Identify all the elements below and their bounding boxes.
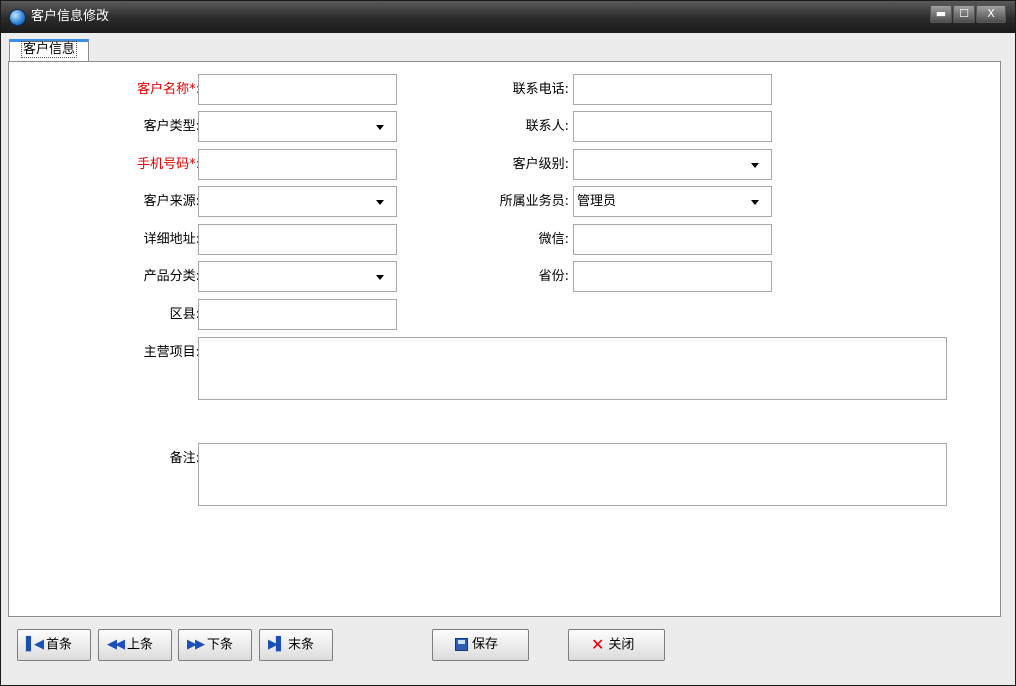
- previous-record-icon: ◀◀: [107, 637, 125, 652]
- close-x-icon: ✕: [591, 635, 605, 654]
- phone-label: 联系电话:: [512, 82, 569, 97]
- first-record-button[interactable]: ▌◀ 首条: [17, 629, 91, 661]
- salesperson-select[interactable]: 管理员: [573, 186, 772, 217]
- contact-person-label: 联系人:: [525, 119, 569, 134]
- title-bar[interactable]: 客户信息修改 ▬ ☐ X: [1, 1, 1015, 33]
- chevron-down-icon: [751, 163, 759, 168]
- wechat-label: 微信:: [538, 232, 569, 247]
- customer-source-label: 客户来源:: [143, 194, 200, 209]
- remarks-textarea[interactable]: [198, 443, 947, 506]
- tab-strip: 客户信息: [1, 33, 1015, 61]
- next-record-button[interactable]: ▶▶ 下条: [178, 629, 252, 661]
- chevron-down-icon: [376, 275, 384, 280]
- next-record-icon: ▶▶: [187, 637, 205, 652]
- customer-type-label: 客户类型:: [143, 119, 200, 134]
- previous-record-button[interactable]: ◀◀ 上条: [98, 629, 172, 661]
- district-input[interactable]: [198, 299, 397, 330]
- last-record-label: 末条: [288, 637, 315, 653]
- window-title: 客户信息修改: [31, 9, 110, 24]
- customer-name-label: 客户名称*:: [137, 82, 200, 97]
- remarks-label: 备注:: [169, 451, 200, 466]
- phone-input[interactable]: [573, 74, 772, 105]
- last-record-button[interactable]: ▶▌ 末条: [259, 629, 333, 661]
- chevron-down-icon: [376, 125, 384, 130]
- main-business-textarea[interactable]: [198, 337, 947, 400]
- maximize-button[interactable]: ☐: [953, 5, 975, 23]
- close-label: 关闭: [608, 637, 635, 653]
- product-category-label: 产品分类:: [143, 269, 200, 284]
- close-window-button[interactable]: X: [976, 5, 1006, 23]
- minimize-button[interactable]: ▬: [930, 5, 952, 23]
- save-button[interactable]: 保存: [432, 629, 529, 661]
- last-record-icon: ▶▌: [268, 637, 286, 652]
- save-label: 保存: [472, 637, 499, 652]
- address-label: 详细地址:: [143, 232, 200, 247]
- first-record-icon: ▌◀: [26, 637, 44, 652]
- first-record-label: 首条: [46, 637, 73, 653]
- customer-level-label: 客户级别:: [512, 157, 569, 172]
- close-button[interactable]: ✕ 关闭: [568, 629, 665, 661]
- next-record-label: 下条: [207, 637, 234, 653]
- previous-record-label: 上条: [127, 637, 154, 653]
- province-label: 省份:: [538, 269, 569, 284]
- product-category-select[interactable]: [198, 261, 397, 292]
- app-globe-icon: [9, 9, 26, 26]
- main-business-label: 主营项目:: [143, 345, 200, 360]
- salesperson-label: 所属业务员:: [499, 194, 569, 209]
- customer-name-input[interactable]: [198, 74, 397, 105]
- wechat-input[interactable]: [573, 224, 772, 255]
- customer-level-select[interactable]: [573, 149, 772, 180]
- customer-edit-window: 客户信息修改 ▬ ☐ X 客户信息 客户名称*: 客户类型: 手机号码*: 客户…: [0, 0, 1016, 686]
- customer-source-select[interactable]: [198, 186, 397, 217]
- form-panel: 客户名称*: 客户类型: 手机号码*: 客户来源: 详细地址: 产品分类: 区县…: [8, 61, 1001, 617]
- customer-type-select[interactable]: [198, 111, 397, 142]
- tab-customer-info[interactable]: 客户信息: [9, 39, 89, 61]
- contact-person-input[interactable]: [573, 111, 772, 142]
- chevron-down-icon: [376, 200, 384, 205]
- mobile-number-label: 手机号码*:: [137, 157, 200, 172]
- bottom-toolbar: ▌◀ 首条 ◀◀ 上条 ▶▶ 下条 ▶▌ 末条 保存 ✕ 关闭: [8, 617, 1001, 683]
- mobile-number-input[interactable]: [198, 149, 397, 180]
- chevron-down-icon: [751, 200, 759, 205]
- address-input[interactable]: [198, 224, 397, 255]
- tab-label: 客户信息: [20, 41, 77, 58]
- save-disk-icon: [455, 638, 468, 651]
- district-label: 区县:: [169, 307, 200, 322]
- salesperson-value: 管理员: [577, 194, 617, 209]
- province-input[interactable]: [573, 261, 772, 292]
